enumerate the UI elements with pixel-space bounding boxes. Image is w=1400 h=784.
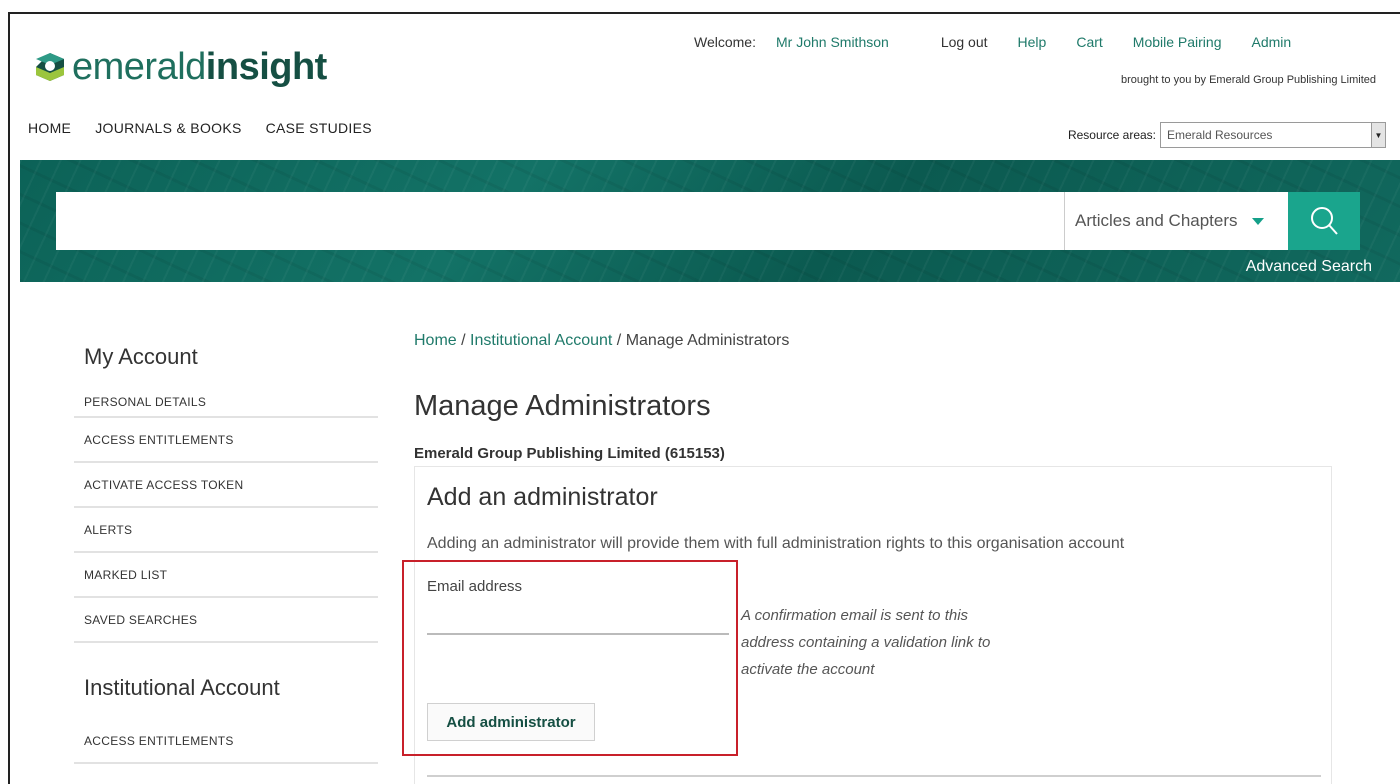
- caret-down-icon: [1251, 217, 1264, 225]
- breadcrumb-separator: /: [456, 332, 471, 349]
- breadcrumb-home[interactable]: Home: [414, 332, 457, 349]
- search-input[interactable]: [56, 192, 1064, 250]
- breadcrumb-current: Manage Administrators: [625, 332, 790, 349]
- add-administrator-description: Adding an administrator will provide the…: [427, 535, 1125, 552]
- search-scope-dropdown[interactable]: Articles and Chapters: [1064, 192, 1288, 250]
- breadcrumb: Home / Institutional Account / Manage Ad…: [414, 332, 789, 350]
- admin-link[interactable]: Admin: [1252, 34, 1292, 50]
- logo-bold: insight: [205, 46, 328, 88]
- page-title: Manage Administrators: [414, 390, 711, 422]
- breadcrumb-separator: /: [612, 332, 626, 349]
- top-bar: Welcome: Mr John Smithson Log out Help C…: [694, 34, 1291, 50]
- logo-light: emerald: [72, 46, 206, 88]
- nav-journals-books[interactable]: JOURNALS & BOOKS: [95, 120, 241, 136]
- welcome-label: Welcome:: [694, 34, 756, 50]
- resource-areas-label: Resource areas:: [1067, 128, 1156, 142]
- sidebar: My Account PERSONAL DETAILS ACCESS ENTIT…: [74, 344, 378, 764]
- logout-link[interactable]: Log out: [941, 34, 988, 50]
- email-field[interactable]: [427, 607, 729, 635]
- emerald-insight-logo[interactable]: emeraldinsight: [32, 48, 327, 86]
- sidebar-item-personal-details[interactable]: PERSONAL DETAILS: [74, 388, 378, 418]
- advanced-search-link[interactable]: Advanced Search: [1246, 258, 1372, 276]
- search-icon: [1311, 207, 1338, 235]
- page-frame: emeraldinsight HOME JOURNALS & BOOKS CAS…: [8, 12, 1400, 784]
- nav-case-studies[interactable]: CASE STUDIES: [266, 120, 372, 136]
- nav-home[interactable]: HOME: [28, 120, 71, 136]
- sidebar-item-saved-searches[interactable]: SAVED SEARCHES: [74, 598, 378, 643]
- add-administrator-panel: Add an administrator Adding an administr…: [414, 466, 1332, 784]
- breadcrumb-institutional-account[interactable]: Institutional Account: [470, 332, 612, 349]
- dropdown-arrow-icon[interactable]: ▼: [1371, 123, 1385, 147]
- email-address-label: Email address: [427, 578, 523, 595]
- search-scope-label: Articles and Chapters: [1075, 211, 1238, 230]
- institutional-account-heading: Institutional Account: [84, 675, 280, 700]
- organisation-name: Emerald Group Publishing Limited (615153…: [414, 445, 725, 462]
- search-button[interactable]: [1288, 192, 1360, 250]
- sidebar-item-alerts[interactable]: ALERTS: [74, 508, 378, 553]
- resource-areas-select[interactable]: Emerald Resources ▼: [1160, 122, 1386, 148]
- divider: [427, 775, 1321, 777]
- cart-link[interactable]: Cart: [1076, 34, 1102, 50]
- resource-areas-value: Emerald Resources: [1167, 128, 1273, 142]
- mobile-pairing-link[interactable]: Mobile Pairing: [1133, 34, 1222, 50]
- main-nav: HOME JOURNALS & BOOKS CASE STUDIES: [28, 120, 372, 136]
- resource-areas: Resource areas: Emerald Resources ▼: [1068, 122, 1386, 148]
- my-account-heading: My Account: [84, 344, 198, 369]
- emerald-logo-icon: [36, 53, 64, 81]
- sidebar-item-institutional-access-entitlements[interactable]: ACCESS ENTITLEMENTS: [74, 719, 378, 764]
- sidebar-item-access-entitlements[interactable]: ACCESS ENTITLEMENTS: [74, 418, 378, 463]
- add-administrator-heading: Add an administrator: [427, 483, 658, 511]
- sidebar-item-marked-list[interactable]: MARKED LIST: [74, 553, 378, 598]
- search-band: Articles and Chapters Advanced Search: [20, 160, 1400, 282]
- user-name-link[interactable]: Mr John Smithson: [776, 34, 889, 50]
- confirmation-note: A confirmation email is sent to this add…: [741, 607, 991, 678]
- help-link[interactable]: Help: [1018, 34, 1047, 50]
- sidebar-item-activate-access-token[interactable]: ACTIVATE ACCESS TOKEN: [74, 463, 378, 508]
- brought-by-text: brought to you by Emerald Group Publishi…: [1121, 74, 1376, 86]
- add-administrator-button[interactable]: Add administrator: [427, 703, 595, 741]
- logo-text: emeraldinsight: [72, 48, 327, 86]
